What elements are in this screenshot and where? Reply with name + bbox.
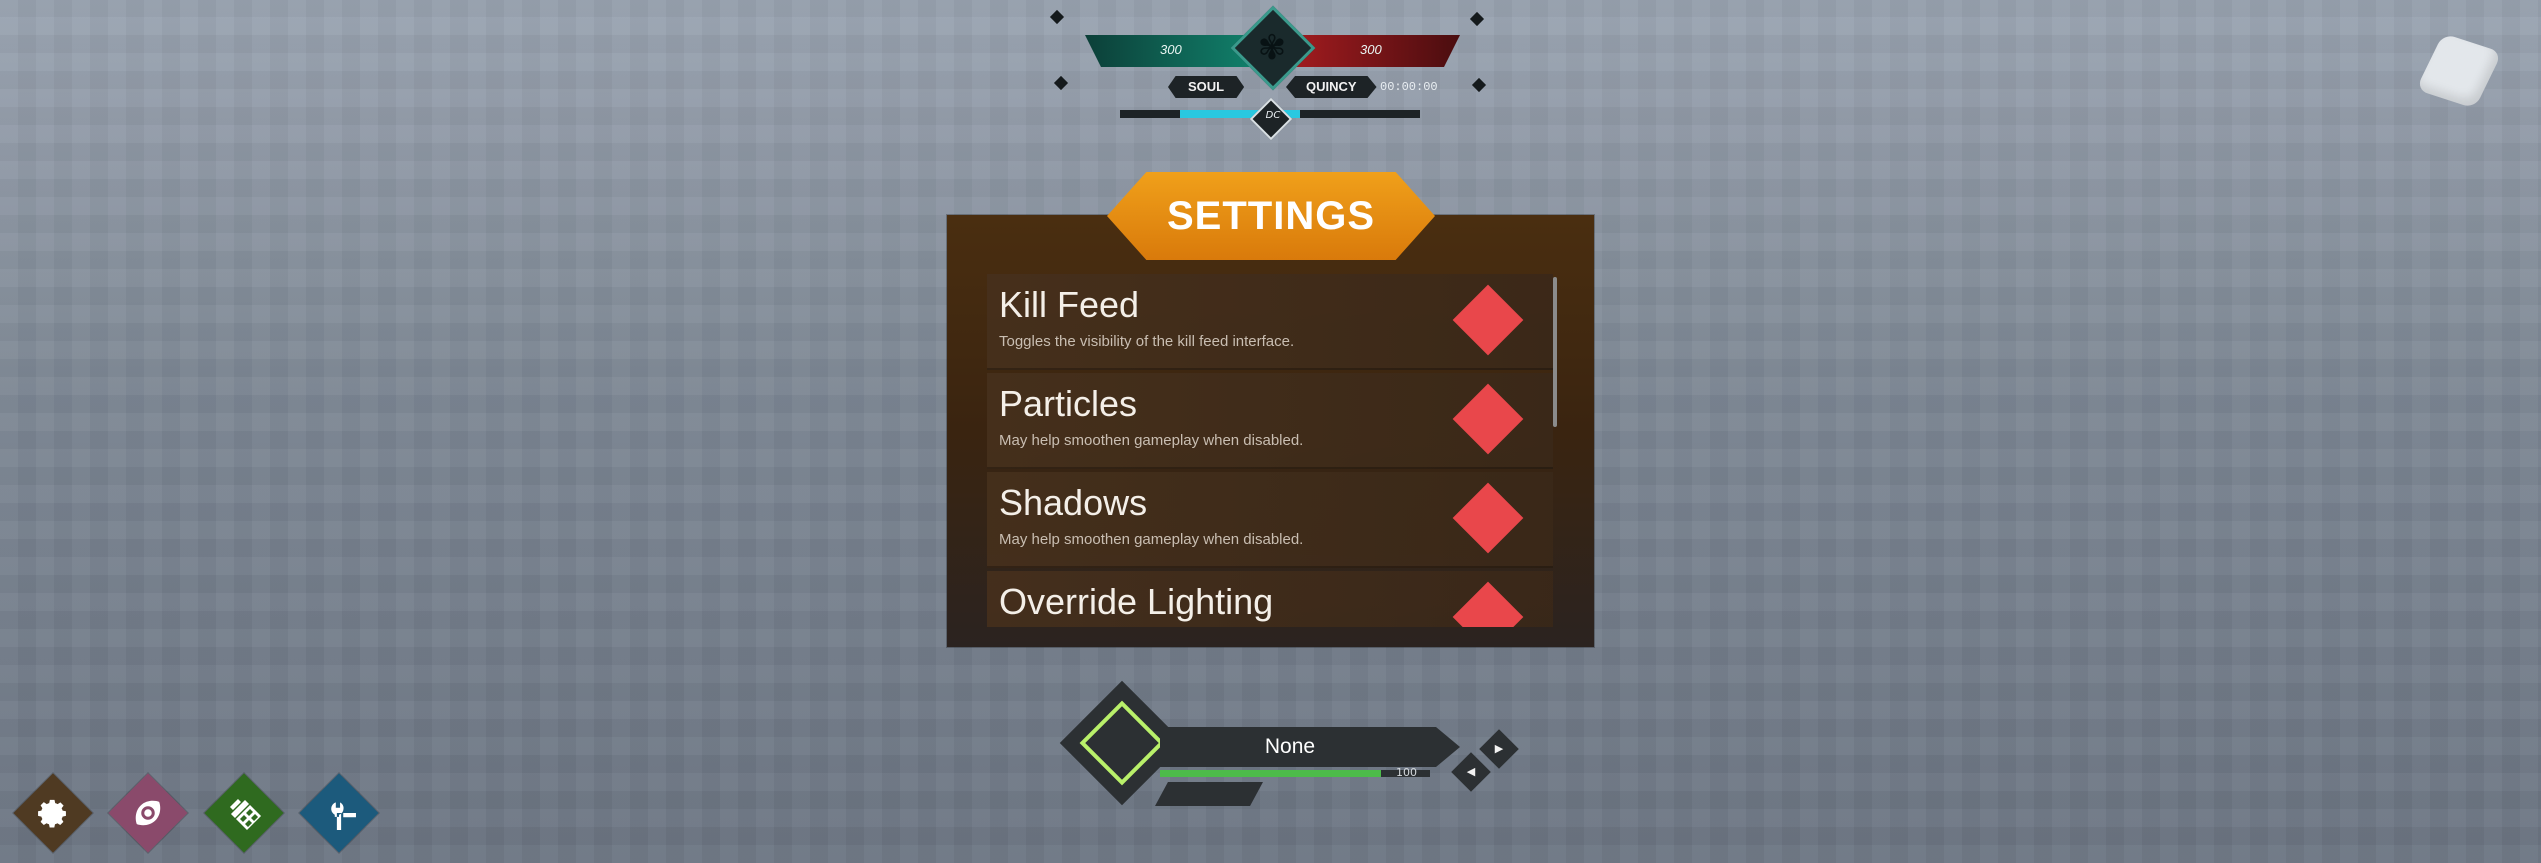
view-cube-face[interactable] xyxy=(2415,33,2503,109)
shadows-toggle[interactable] xyxy=(1452,482,1524,554)
settings-title: SETTINGS xyxy=(1107,172,1435,260)
view-cube[interactable] xyxy=(2415,30,2503,114)
emblem-icon: ✾ xyxy=(1257,28,1287,68)
setting-row-kill-feed: Kill Feed Toggles the visibility of the … xyxy=(987,274,1553,370)
override-lighting-toggle[interactable] xyxy=(1452,581,1524,627)
selected-name: None xyxy=(1160,727,1460,767)
setting-title: Particles xyxy=(999,383,1138,424)
selector-bar-fill xyxy=(1160,770,1381,777)
setting-title: Override Lighting xyxy=(999,581,1274,622)
tools-icon xyxy=(299,773,378,852)
setting-row-particles: Particles May help smoothen gameplay whe… xyxy=(987,373,1553,469)
setting-description: Toggles the visibility of the kill feed … xyxy=(999,333,1295,350)
setting-description: May help smoothen gameplay when disabled… xyxy=(999,531,1304,548)
setting-title: Shadows xyxy=(999,482,1148,523)
setting-row-shadows: Shadows May help smoothen gameplay when … xyxy=(987,472,1553,568)
eye-icon xyxy=(108,773,187,852)
team-right-tag: QUINCY xyxy=(1286,76,1377,98)
inventory-icon xyxy=(204,773,283,852)
setting-title: Kill Feed xyxy=(999,284,1140,325)
hud-marker xyxy=(1469,11,1485,27)
kill-feed-toggle[interactable] xyxy=(1452,284,1524,356)
play-left-icon: ◀ xyxy=(1466,765,1476,778)
setting-row-override-lighting: Override Lighting xyxy=(987,571,1553,627)
play-right-icon: ▶ xyxy=(1494,742,1504,755)
hud-marker xyxy=(1053,75,1069,91)
setting-description: May help smoothen gameplay when disabled… xyxy=(999,432,1304,449)
hud-marker xyxy=(1049,9,1065,25)
gear-icon xyxy=(13,773,92,852)
next-button[interactable]: ▶ xyxy=(1479,729,1519,769)
settings-list[interactable]: Kill Feed Toggles the visibility of the … xyxy=(987,274,1553,627)
match-timer: 00:00:00 xyxy=(1380,80,1438,94)
particles-toggle[interactable] xyxy=(1452,383,1524,455)
team-left-score: 300 xyxy=(1160,42,1182,57)
team-left-tag: SOUL xyxy=(1168,76,1245,98)
hud-marker xyxy=(1471,77,1487,93)
dc-label: DC xyxy=(1265,110,1281,121)
settings-scrollbar[interactable] xyxy=(1553,277,1557,427)
selector-value: 100 xyxy=(1396,766,1417,779)
previous-button[interactable]: ◀ xyxy=(1451,752,1491,792)
match-hud: 300 300 ✾ SOUL QUINCY 00:00:00 DC xyxy=(1040,0,1500,141)
selected-name-text: None xyxy=(1264,735,1316,758)
selector-sub-tab xyxy=(1155,782,1263,806)
team-right-score: 300 xyxy=(1360,42,1382,57)
